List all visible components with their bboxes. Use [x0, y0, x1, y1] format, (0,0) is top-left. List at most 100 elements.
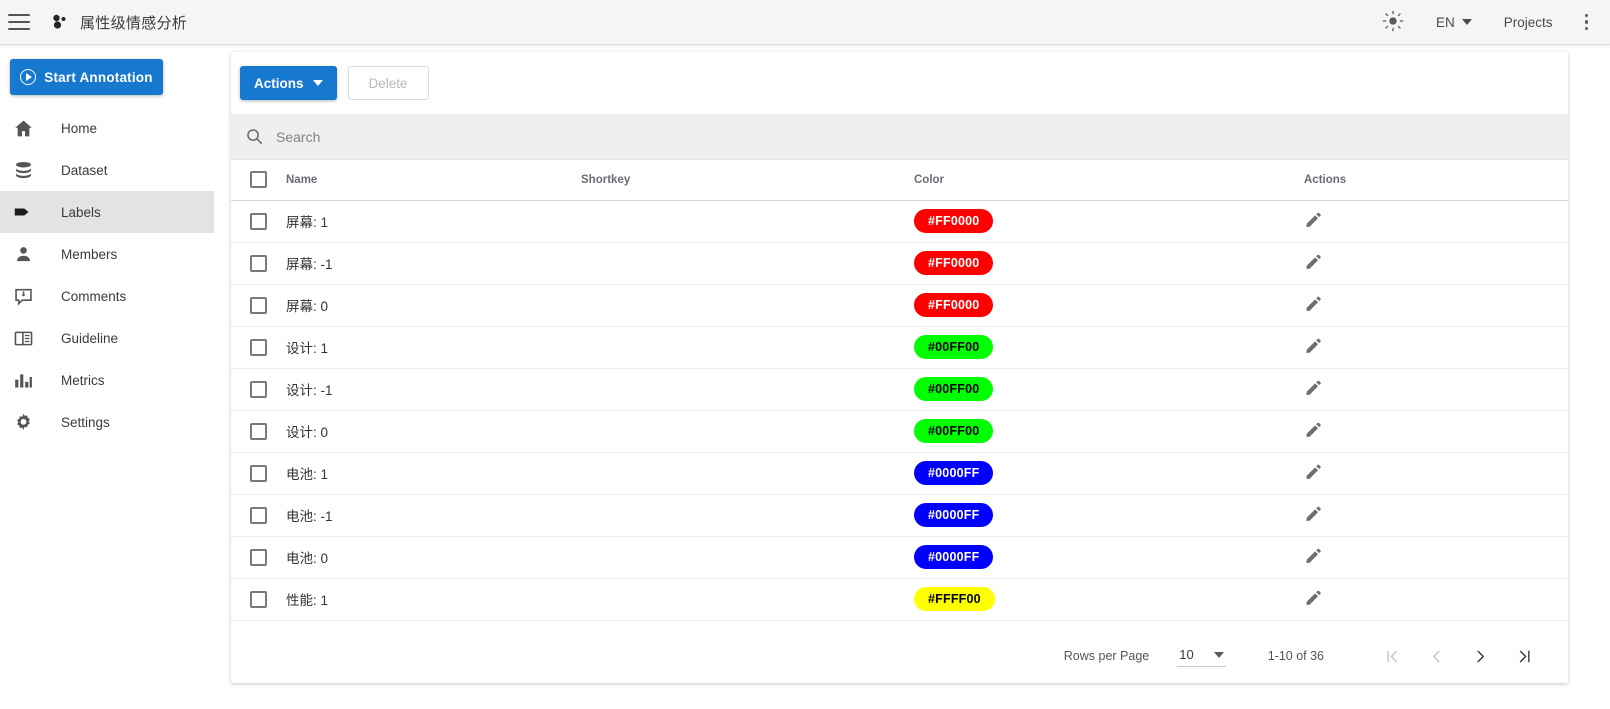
sidebar-item-guideline[interactable]: Guideline	[0, 317, 214, 359]
hamburger-icon[interactable]	[8, 14, 30, 30]
sidebar-item-label: Home	[61, 120, 98, 136]
row-checkbox[interactable]	[250, 254, 267, 272]
table-header-row: Name Shortkey Color Actions	[231, 160, 1568, 201]
bar-chart-icon	[8, 369, 38, 391]
pencil-icon[interactable]	[1304, 254, 1322, 274]
pencil-icon[interactable]	[1304, 296, 1322, 316]
projects-link[interactable]: Projects	[1488, 0, 1569, 45]
sidebar-item-dataset[interactable]: Dataset	[0, 149, 214, 191]
table-row[interactable]: 设计: 1 #00FF00	[231, 326, 1568, 369]
row-actions-cell	[1304, 242, 1568, 285]
row-checkbox[interactable]	[250, 338, 267, 356]
label-name: 性能:	[286, 593, 317, 608]
search-icon	[245, 127, 265, 147]
table-row[interactable]: 屏幕: 0 #FF0000	[231, 284, 1568, 327]
label-polarity-value: 1	[320, 467, 329, 482]
rows-per-page-select[interactable]: 10	[1177, 645, 1226, 667]
table-row[interactable]: 设计: -1 #00FF00	[231, 368, 1568, 411]
search-input[interactable]: Search	[276, 129, 320, 145]
row-checkbox[interactable]	[250, 296, 267, 314]
table-row[interactable]: 性能: 1 #FFFF00	[231, 578, 1568, 621]
sidebar: Start Annotation Home Dataset Labels Mem…	[0, 45, 214, 709]
select-all-checkbox[interactable]	[250, 171, 267, 189]
row-select-cell	[231, 284, 286, 327]
label-name: 电池:	[286, 551, 317, 566]
previous-page-button[interactable]	[1414, 641, 1458, 671]
sidebar-item-members[interactable]: Members	[0, 233, 214, 275]
pencil-icon[interactable]	[1304, 506, 1322, 526]
chevron-down-icon	[1213, 651, 1224, 658]
sidebar-item-metrics[interactable]: Metrics	[0, 359, 214, 401]
column-header-name[interactable]: Name	[286, 160, 581, 201]
label-name: 屏幕:	[286, 299, 317, 314]
row-checkbox[interactable]	[250, 506, 267, 524]
row-actions-cell	[1304, 494, 1568, 537]
table-row[interactable]: 电池: 1 #0000FF	[231, 452, 1568, 495]
row-checkbox[interactable]	[250, 212, 267, 230]
pencil-icon[interactable]	[1304, 548, 1322, 568]
rows-per-page-value: 10	[1179, 647, 1194, 662]
table-row[interactable]: 设计: 0 #00FF00	[231, 410, 1568, 453]
last-page-button[interactable]	[1502, 641, 1546, 671]
gear-icon	[8, 411, 38, 433]
pencil-icon[interactable]	[1304, 212, 1322, 232]
table-row[interactable]: 屏幕: -1 #FF0000	[231, 242, 1568, 285]
label-polarity-value: 1	[320, 593, 329, 608]
table-row[interactable]: 电池: 0 #0000FF	[231, 536, 1568, 579]
label-name-cell: 电池: 1	[286, 452, 581, 495]
row-select-cell	[231, 578, 286, 621]
table-row[interactable]: 屏幕: 1 #FF0000	[231, 200, 1568, 243]
pencil-icon[interactable]	[1304, 464, 1322, 484]
color-badge: #0000FF	[914, 461, 994, 485]
start-annotation-button[interactable]: Start Annotation	[10, 59, 163, 95]
color-cell: #0000FF	[914, 536, 1304, 579]
table-row[interactable]: 电池: -1 #0000FF	[231, 494, 1568, 537]
row-checkbox[interactable]	[250, 380, 267, 398]
actions-button[interactable]: Actions	[240, 66, 337, 100]
label-name-cell: 屏幕: -1	[286, 242, 581, 285]
row-checkbox[interactable]	[250, 548, 267, 566]
row-checkbox[interactable]	[250, 422, 267, 440]
labels-card: Actions Delete Search Name Shortkey Colo…	[231, 52, 1568, 683]
sun-icon	[1382, 10, 1404, 35]
theme-toggle-button[interactable]	[1366, 0, 1420, 45]
label-polarity-value: -1	[320, 257, 333, 272]
sidebar-item-label: Guideline	[61, 330, 119, 346]
home-icon	[8, 117, 38, 139]
label-polarity-value: 1	[320, 341, 329, 356]
row-select-cell	[231, 410, 286, 453]
row-actions-cell	[1304, 578, 1568, 621]
color-cell: #0000FF	[914, 494, 1304, 537]
shortkey-cell	[581, 452, 914, 495]
shortkey-cell	[581, 536, 914, 579]
row-select-cell	[231, 452, 286, 495]
delete-button[interactable]: Delete	[347, 66, 429, 100]
next-page-button[interactable]	[1458, 641, 1502, 671]
pencil-icon[interactable]	[1304, 590, 1322, 610]
pencil-icon[interactable]	[1304, 338, 1322, 358]
tag-icon	[8, 201, 38, 223]
label-name-cell: 电池: 0	[286, 536, 581, 579]
color-badge: #00FF00	[914, 335, 994, 359]
sidebar-item-labels[interactable]: Labels	[0, 191, 214, 233]
language-selector[interactable]: EN	[1420, 0, 1488, 45]
shortkey-cell	[581, 200, 914, 243]
row-checkbox[interactable]	[250, 590, 267, 608]
search-bar[interactable]: Search	[231, 114, 1568, 160]
sidebar-item-home[interactable]: Home	[0, 107, 214, 149]
column-header-shortkey[interactable]: Shortkey	[581, 160, 914, 201]
overflow-menu-button[interactable]	[1569, 0, 1605, 45]
start-annotation-label: Start Annotation	[44, 69, 153, 85]
pencil-icon[interactable]	[1304, 422, 1322, 442]
column-header-color[interactable]: Color	[914, 160, 1304, 201]
row-actions-cell	[1304, 200, 1568, 243]
first-page-button[interactable]	[1370, 641, 1414, 671]
app-logo-icon	[50, 12, 70, 32]
row-select-cell	[231, 494, 286, 537]
shortkey-cell	[581, 578, 914, 621]
sidebar-item-comments[interactable]: Comments	[0, 275, 214, 317]
shortkey-cell	[581, 494, 914, 537]
row-checkbox[interactable]	[250, 464, 267, 482]
pencil-icon[interactable]	[1304, 380, 1322, 400]
sidebar-item-settings[interactable]: Settings	[0, 401, 214, 443]
